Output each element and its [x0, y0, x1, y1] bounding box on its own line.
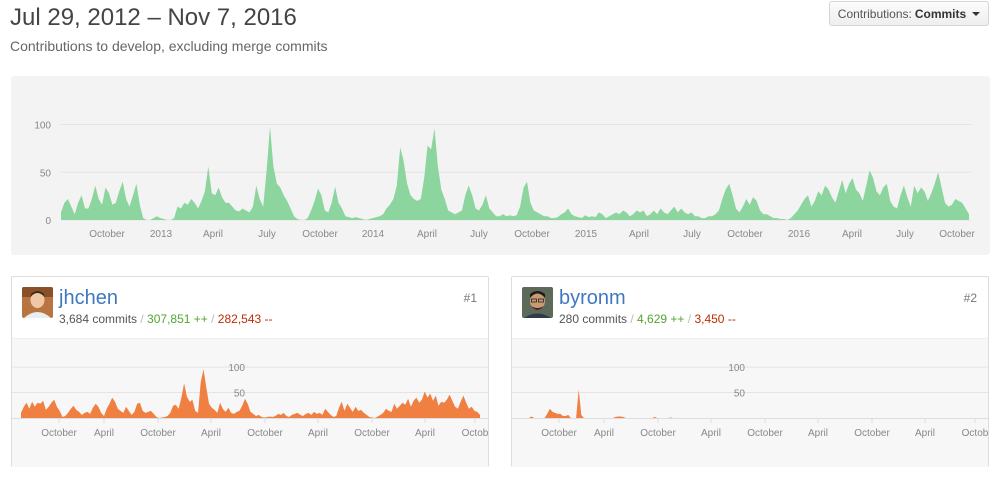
x-tick-label: October: [140, 428, 176, 439]
deletions-count: 282,543 --: [217, 312, 273, 326]
contributor-stats: 280 commits / 4,629 ++ / 3,450 --: [559, 312, 736, 326]
dropdown-value: Commits: [914, 6, 967, 21]
x-tick-label: October: [89, 229, 125, 240]
commit-count: 3,684 commits: [59, 312, 138, 326]
series-area: [521, 389, 980, 418]
x-tick-label: 2015: [575, 229, 598, 240]
x-tick-label: April: [417, 229, 437, 240]
x-tick-label: April: [842, 229, 862, 240]
avatar[interactable]: [522, 287, 553, 318]
x-tick-label: April: [594, 428, 614, 439]
contributor-rank: #2: [963, 291, 977, 305]
x-tick-label: October: [939, 229, 975, 240]
deletions-count: 3,450 --: [694, 312, 736, 326]
y-tick-label: 100: [228, 363, 245, 374]
y-tick-label: 100: [728, 363, 745, 374]
x-tick-label: October: [302, 229, 338, 240]
contributor-name-link[interactable]: byronm: [559, 287, 626, 310]
contributor-card-byronm: byronm #2 280 commits / 4,629 ++ / 3,450…: [511, 276, 989, 467]
y-tick-label: 50: [234, 389, 246, 400]
x-tick-label: October: [727, 229, 763, 240]
date-range-title: Jul 29, 2012 – Nov 7, 2016: [10, 4, 297, 31]
x-tick-label: October: [854, 428, 890, 439]
contributor-rank: #1: [463, 291, 477, 305]
contributor-card-jhchen: jhchen #1 3,684 commits / 307,851 ++ / 2…: [11, 276, 489, 467]
y-tick-label: 50: [734, 389, 746, 400]
x-tick-label: April: [701, 428, 721, 439]
commit-count: 280 commits: [559, 312, 628, 326]
main-chart-svg: 100 50 0 October 2013 April July October 2014 Apr…: [34, 121, 975, 240]
x-tick-label: April: [415, 428, 435, 439]
additions-count: 307,851 ++: [147, 312, 208, 326]
page-subtitle: Contributions to develop, excluding merg…: [10, 38, 328, 54]
series-area: [21, 369, 480, 418]
x-tick-label: April: [808, 428, 828, 439]
y-tick-label: 100: [34, 121, 51, 132]
contributor-chart-svg: 100 50 October April October April October Apri…: [512, 363, 988, 439]
contributor-name-link[interactable]: jhchen: [59, 287, 118, 310]
contributor-chart[interactable]: 100 50 October April October April October Apri…: [12, 338, 488, 467]
y-tick-label: 50: [40, 168, 52, 179]
x-tick-label: April: [629, 229, 649, 240]
x-tick-label: July: [683, 229, 701, 240]
dropdown-prefix: Contributions:: [837, 6, 912, 21]
contributor-chart-svg: 100 50 October April October April October Apri…: [12, 363, 488, 439]
separator: /: [211, 312, 218, 326]
contributor-chart[interactable]: 100 50 October April October April October Apri…: [512, 338, 988, 467]
x-tick-label: October: [640, 428, 676, 439]
avatar[interactable]: [22, 287, 53, 318]
contributions-dropdown-button[interactable]: Contributions: Commits: [829, 1, 989, 26]
x-tick-label: April: [308, 428, 328, 439]
x-tick-label: October: [541, 428, 577, 439]
x-tick-label: July: [258, 229, 276, 240]
x-tick-label: October: [41, 428, 77, 439]
x-tick-label: 2013: [150, 229, 173, 240]
contributor-stats: 3,684 commits / 307,851 ++ / 282,543 --: [59, 312, 273, 326]
x-tick-label: 2014: [362, 229, 385, 240]
contributions-main-chart[interactable]: 100 50 0 October 2013 April July October 2014 Apr…: [11, 76, 990, 255]
x-tick-label: April: [201, 428, 221, 439]
x-tick-label: October: [247, 428, 283, 439]
caret-down-icon: [972, 11, 981, 16]
additions-count: 4,629 ++: [637, 312, 685, 326]
x-tick-label: July: [470, 229, 488, 240]
x-tick-label: October: [514, 229, 550, 240]
x-tick-label: Octob: [462, 428, 488, 439]
x-tick-label: October: [747, 428, 783, 439]
x-tick-label: July: [896, 229, 914, 240]
x-tick-label: 2016: [788, 229, 811, 240]
x-tick-label: October: [354, 428, 390, 439]
series-area: [61, 126, 969, 220]
x-tick-label: April: [94, 428, 114, 439]
y-tick-label: 0: [45, 216, 51, 227]
x-tick-label: Octob: [962, 428, 988, 439]
x-tick-label: April: [203, 229, 223, 240]
x-tick-label: April: [915, 428, 935, 439]
